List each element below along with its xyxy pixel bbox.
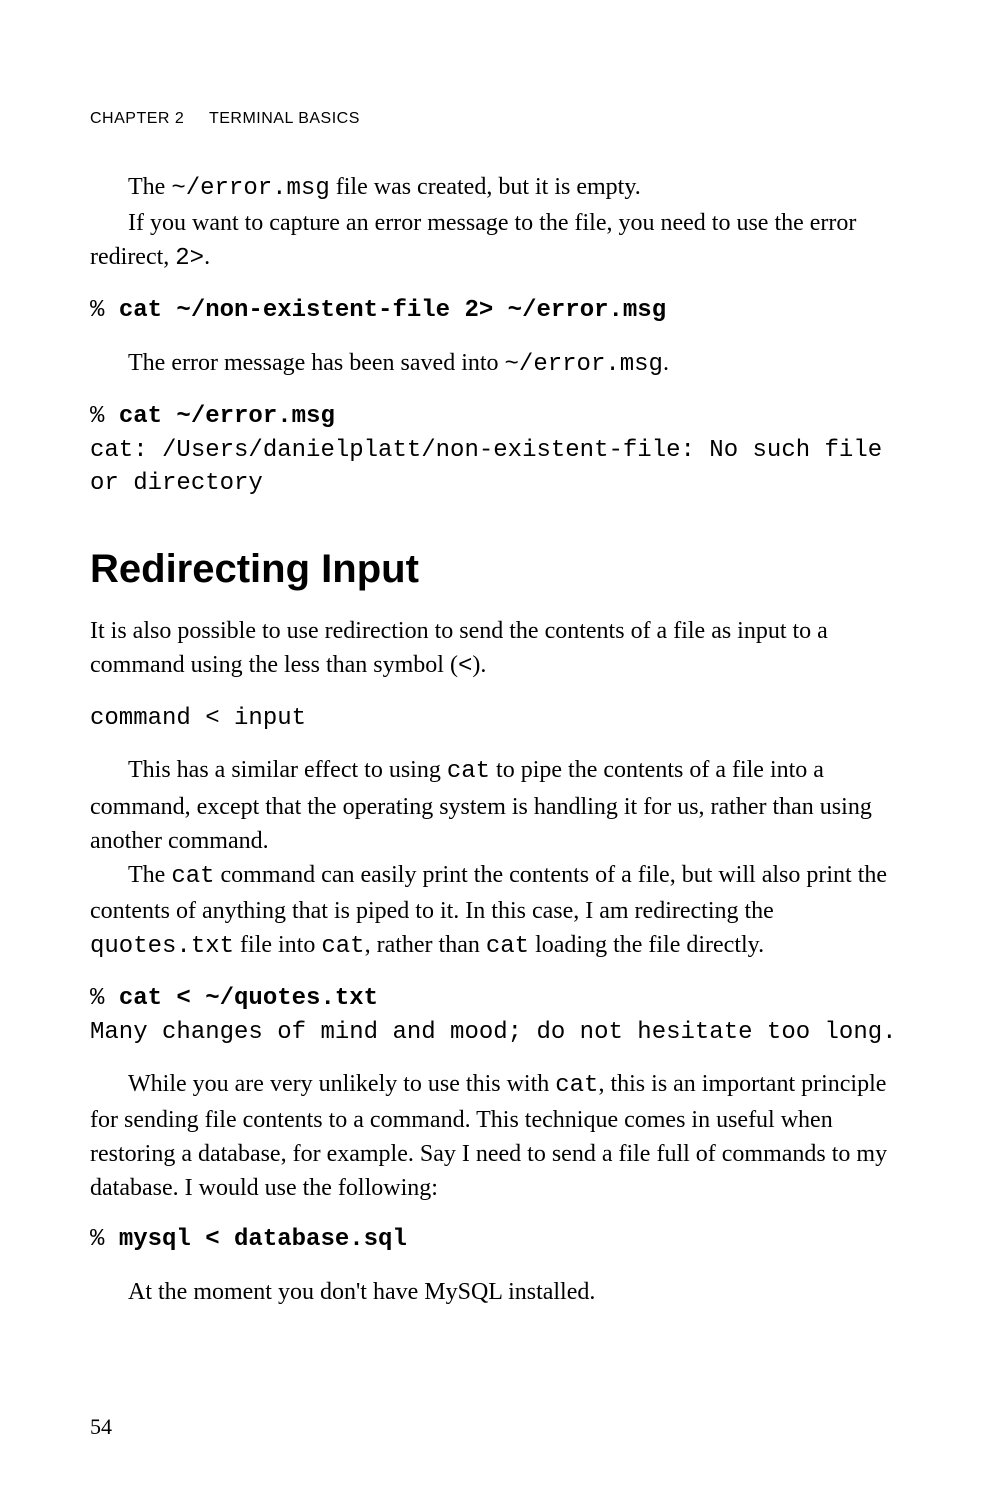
inline-code: ~/error.msg	[505, 351, 663, 378]
chapter-title: Terminal Basics	[209, 110, 360, 127]
inline-code: ~/error.msg	[171, 175, 329, 202]
chapter-label: Chapter 2	[90, 110, 184, 127]
prompt: %	[90, 985, 119, 1012]
paragraph: While you are very unlikely to use this …	[90, 1067, 899, 1205]
text: .	[204, 244, 210, 270]
text: The	[128, 862, 171, 888]
inline-code: 2>	[175, 245, 204, 272]
command: cat ~/error.msg	[119, 403, 335, 430]
page: Chapter 2 Terminal Basics The ~/error.ms…	[0, 0, 989, 1500]
prompt: %	[90, 297, 119, 324]
output: cat: /Users/danielplatt/non-existent-fil…	[90, 437, 897, 498]
text: file was created, but it is empty.	[330, 174, 641, 200]
section-heading: Redirecting Input	[90, 547, 899, 592]
text: This has a similar effect to using	[128, 757, 447, 783]
code-block: % cat ~/error.msg cat: /Users/danielplat…	[90, 400, 899, 501]
prompt: %	[90, 403, 119, 430]
code-block: % mysql < database.sql	[90, 1223, 899, 1257]
inline-code: quotes.txt	[90, 933, 234, 960]
text: .	[663, 350, 669, 376]
page-number: 54	[90, 1414, 112, 1440]
command: cat < ~/quotes.txt	[119, 985, 378, 1012]
command: command < input	[90, 705, 306, 732]
paragraph: If you want to capture an error message …	[90, 206, 899, 276]
running-header: Chapter 2 Terminal Basics	[90, 110, 899, 128]
inline-code: cat	[555, 1072, 598, 1099]
paragraph: At the moment you don't have MySQL insta…	[90, 1275, 899, 1309]
text: file into	[234, 932, 321, 958]
inline-code: cat	[321, 933, 364, 960]
paragraph: The ~/error.msg file was created, but it…	[90, 170, 899, 206]
code-block: % cat < ~/quotes.txt Many changes of min…	[90, 982, 899, 1049]
inline-code: <	[458, 653, 472, 680]
text: The error message has been saved into	[128, 350, 505, 376]
text: The	[128, 174, 171, 200]
code-block: % cat ~/non-existent-file 2> ~/error.msg	[90, 294, 899, 328]
inline-code: cat	[486, 933, 529, 960]
code-block: command < input	[90, 702, 899, 736]
text: At the moment you don't have MySQL insta…	[128, 1279, 595, 1305]
paragraph: It is also possible to use redirection t…	[90, 614, 899, 684]
command: mysql < database.sql	[119, 1226, 407, 1253]
paragraph: The cat command can easily print the con…	[90, 858, 899, 964]
text: ).	[472, 652, 486, 678]
text: , rather than	[365, 932, 486, 958]
prompt: %	[90, 1226, 119, 1253]
inline-code: cat	[447, 758, 490, 785]
text: While you are very unlikely to use this …	[128, 1071, 555, 1097]
paragraph: This has a similar effect to using cat t…	[90, 753, 899, 857]
inline-code: cat	[171, 863, 214, 890]
output: Many changes of mind and mood; do not he…	[90, 1019, 897, 1046]
command: cat ~/non-existent-file 2> ~/error.msg	[119, 297, 666, 324]
paragraph: The error message has been saved into ~/…	[90, 346, 899, 382]
text: loading the file directly.	[529, 932, 764, 958]
